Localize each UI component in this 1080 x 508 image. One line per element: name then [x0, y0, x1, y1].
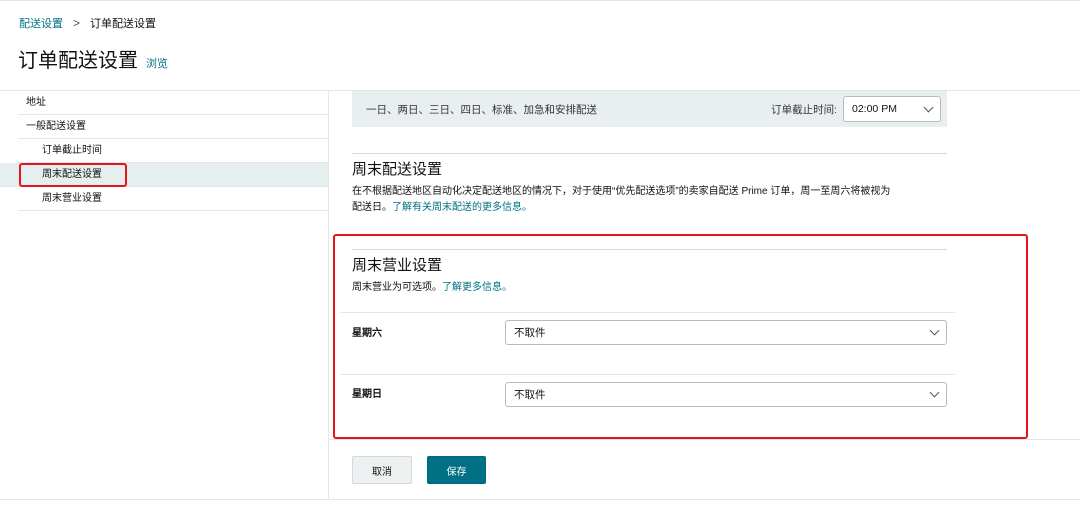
shipping-speeds-bar: 一日、两日、三日、四日、标准、加急和安排配送 订单截止时间: 02:00 PM: [352, 91, 947, 127]
save-button[interactable]: 保存: [427, 456, 486, 484]
sidebar-item-label: 地址: [26, 97, 46, 108]
page-header: 订单配送设置 浏览: [18, 44, 168, 73]
chevron-down-icon: [923, 102, 934, 112]
breadcrumb-current: 订单配送设置: [90, 18, 157, 30]
cancel-button[interactable]: 取消: [352, 456, 412, 484]
breadcrumb-separator: >: [73, 16, 81, 30]
weekend-operation-highlight-annotation: [333, 234, 1028, 439]
shipping-speeds-text: 一日、两日、三日、四日、标准、加急和安排配送: [366, 103, 597, 116]
weekend-delivery-title: 周末配送设置: [352, 161, 443, 178]
section-divider: [352, 153, 947, 154]
weekend-delivery-learn-more-link[interactable]: 了解有关周末配送的更多信息。: [392, 202, 532, 213]
weekend-delivery-description-text: 在不根据配送地区自动化决定配送地区的情况下，对于使用“优先配送选项”的卖家自配送…: [352, 186, 891, 197]
breadcrumb-shipping-settings-link[interactable]: 配送设置: [19, 15, 63, 31]
sidebar-nav: 地址 一般配送设置 订单截止时间 周末配送设置 周末营业设置: [0, 91, 329, 211]
cutoff-time-label: 订单截止时间:: [771, 103, 837, 116]
sidebar-item-label: 周末营业设置: [42, 193, 102, 204]
bottom-divider: [0, 499, 1080, 500]
page-title: 订单配送设置: [18, 50, 138, 72]
weekend-delivery-description-text-2: 配送日。: [352, 202, 392, 213]
cutoff-time-select[interactable]: 02:00 PM: [843, 96, 941, 122]
breadcrumb: 配送设置 > 订单配送设置: [19, 15, 156, 31]
preview-link[interactable]: 浏览: [146, 55, 168, 71]
sidebar-item-address[interactable]: 地址: [18, 91, 329, 115]
top-border: [0, 0, 1080, 1]
footer-divider: [329, 439, 1080, 440]
sidebar-item-order-cutoff[interactable]: 订单截止时间: [18, 139, 329, 163]
sidebar-item-label: 一般配送设置: [26, 121, 86, 132]
cutoff-time-value: 02:00 PM: [852, 103, 897, 115]
sidebar-item-label: 订单截止时间: [42, 145, 102, 156]
sidebar-divider: [328, 91, 329, 499]
sidebar-item-weekend-operation[interactable]: 周末营业设置: [18, 187, 329, 211]
sidebar-item-general-shipping[interactable]: 一般配送设置: [18, 115, 329, 139]
sidebar-highlight-annotation: [19, 163, 127, 187]
weekend-delivery-description: 在不根据配送地区自动化决定配送地区的情况下，对于使用“优先配送选项”的卖家自配送…: [352, 184, 952, 216]
